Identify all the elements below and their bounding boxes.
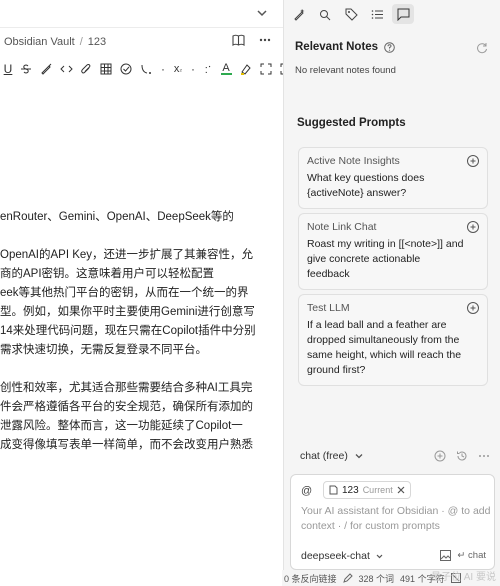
chat-mode-row: chat (free) (300, 450, 490, 462)
text-color-icon[interactable]: A (216, 59, 236, 79)
list-icon[interactable] (366, 4, 388, 24)
edit-icon[interactable] (342, 573, 353, 583)
breadcrumb-note[interactable]: 123 (88, 36, 106, 48)
tab-header (0, 0, 283, 28)
mention-button[interactable]: @ (301, 485, 312, 497)
close-icon[interactable] (397, 486, 405, 494)
send-area: ↵ chat (440, 550, 486, 561)
relevant-notes-title: Relevant Notes (295, 41, 379, 53)
book-icon[interactable] (232, 34, 245, 46)
content-line: 创性和效率，尤其适合那些需要结合多种AI工具完 (0, 382, 253, 394)
prompt-card[interactable]: Note Link Chat Roast my writing in [[<no… (298, 213, 488, 290)
breadcrumb-separator: / (79, 36, 83, 48)
editor-pane: Obsidian Vault / 123 U · x₂ · :ॱ A enRou… (0, 0, 284, 586)
backlinks-count[interactable]: 0 条反向链接 (284, 572, 337, 585)
send-button[interactable]: ↵ chat (457, 550, 486, 561)
help-icon[interactable] (384, 41, 395, 53)
prompt-title: Note Link Chat (307, 221, 377, 233)
new-chat-icon[interactable] (434, 450, 446, 462)
prompt-card[interactable]: Active Note Insights What key questions … (298, 147, 488, 209)
add-prompt-icon[interactable] (466, 154, 480, 168)
add-prompt-icon[interactable] (466, 301, 480, 315)
relevant-notes-heading: Relevant Notes (295, 41, 395, 53)
chat-mode-select[interactable]: chat (free) (300, 450, 348, 462)
fullscreen-icon[interactable] (256, 59, 276, 79)
refresh-icon[interactable] (476, 42, 488, 54)
chevron-down-icon (376, 554, 383, 558)
model-selector[interactable]: deepseek-chat (301, 550, 385, 562)
sidebar-tabs (288, 4, 414, 24)
prompt-text: What key questions does {activeNote} ans… (307, 172, 425, 199)
prompt-text: Roast my writing in [[<note>]] and give … (307, 238, 464, 280)
chat-bubble-icon[interactable] (392, 4, 414, 24)
view-actions (232, 34, 271, 46)
subscript-icon[interactable]: x₂ (170, 59, 186, 79)
code-icon[interactable] (56, 59, 76, 79)
format-toolbar: U · x₂ · :ॱ A (0, 58, 283, 80)
word-count: 328 个词 (358, 573, 395, 584)
pen-sparkle-icon[interactable] (288, 4, 310, 24)
content-line: 成变得像填写表单一样简单，而不会改变用户熟悉 (0, 439, 253, 451)
more-icon[interactable] (259, 34, 271, 46)
model-name: deepseek-chat (301, 550, 370, 562)
prompt-text: If a lead ball and a feather are dropped… (307, 319, 462, 376)
content-line: 需求快速切换，无需反复登录不同平台。 (0, 344, 207, 356)
file-icon (329, 485, 338, 495)
checkbox-icon[interactable] (116, 59, 136, 79)
note-content[interactable]: enRouter、Gemini、OpenAI、DeepSeek等的 OpenAI… (0, 208, 283, 455)
context-pill[interactable]: 123 Current (323, 481, 411, 499)
content-line: OpenAI的API Key，还进一步扩展了其兼容性，允 (0, 249, 254, 261)
send-label: chat (468, 550, 486, 561)
chevron-down-icon[interactable] (353, 450, 365, 462)
heading-icon[interactable]: · (186, 59, 200, 79)
add-prompt-icon[interactable] (466, 220, 480, 234)
quote-icon[interactable] (136, 59, 156, 79)
chat-actions (434, 450, 490, 462)
context-current-tag: Current (362, 485, 393, 495)
attachment-icon[interactable] (76, 59, 96, 79)
chat-input-placeholder[interactable]: Your AI assistant for Obsidian · @ to ad… (301, 504, 491, 534)
chevron-down-icon[interactable] (255, 6, 269, 20)
prompt-title: Test LLM (307, 302, 350, 314)
insert-icon[interactable]: :ॱ (200, 59, 216, 79)
link-sparkle-icon[interactable] (314, 4, 336, 24)
image-icon[interactable] (440, 550, 452, 561)
content-line: 型。例如，如果你平时主要使用Gemini进行创意写 (0, 306, 255, 318)
prompt-card[interactable]: Test LLM If a lead ball and a feather ar… (298, 294, 488, 386)
table-icon[interactable] (96, 59, 116, 79)
content-line: 14来处理代码问题，现在只需在Copilot插件中分别 (0, 325, 256, 337)
chat-input-box[interactable]: @ 123 Current Your AI assistant for Obsi… (290, 474, 495, 570)
content-line: enRouter、Gemini、OpenAI、DeepSeek等的 (0, 211, 234, 223)
relevant-notes-empty: No relevant notes found (295, 65, 396, 76)
content-line: 商的API密钥。这意味着用户可以轻松配置 (0, 268, 215, 280)
more-icon[interactable] (478, 450, 490, 462)
underline-icon[interactable]: U (0, 59, 16, 79)
brush-icon[interactable] (36, 59, 56, 79)
history-icon[interactable] (456, 450, 468, 462)
breadcrumb-vault[interactable]: Obsidian Vault (4, 36, 75, 48)
context-note-name: 123 (342, 484, 359, 496)
content-line: eek等其他热门平台的密钥，从而在一个统一的界 (0, 287, 249, 299)
prompt-title: Active Note Insights (307, 155, 400, 167)
strikethrough-icon[interactable] (16, 59, 36, 79)
watermark: 量子位 AI 要说 (430, 572, 496, 583)
content-line: 件会严格遵循各平台的安全规范，确保所有添加的 (0, 401, 253, 413)
highlight-icon[interactable] (236, 59, 256, 79)
suggested-prompts-title: Suggested Prompts (297, 117, 406, 129)
tags-icon[interactable] (340, 4, 362, 24)
expand-icon[interactable] (276, 59, 283, 79)
divider-icon[interactable]: · (156, 59, 170, 79)
content-line: 泄露风险。整体而言，这一功能延续了Copilot一 (0, 420, 243, 432)
